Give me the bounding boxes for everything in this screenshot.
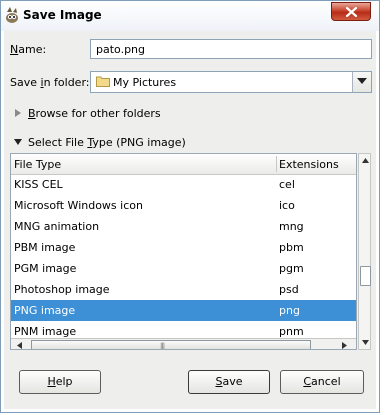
file-type-row[interactable]: KISS CEL cel [11,174,356,195]
cancel-button[interactable]: Cancel [280,370,364,394]
horizontal-scrollbar[interactable]: ||| [11,338,356,349]
title-bar[interactable]: Save Image [1,1,379,31]
file-type-name: PBM image [14,241,76,254]
chevron-down-icon [357,78,367,84]
folder-icon [96,75,110,90]
file-type-name: PNM image [14,325,77,338]
dialog-body: Name: Save in folder: My Pictures Browse… [4,31,376,409]
folder-value: My Pictures [113,76,177,89]
file-type-extension: pbm [279,241,304,254]
file-type-name: KISS CEL [14,178,63,191]
scroll-left-icon[interactable] [17,342,22,349]
select-file-type-label: Select File Type (PNG image) [28,136,186,149]
expander-collapsed-icon [15,109,21,117]
name-label: Name: [10,43,47,56]
browse-other-folders-label: Browse for other folders [28,107,161,120]
file-type-extension: psd [279,283,299,296]
close-icon [346,7,357,17]
close-button[interactable] [331,2,371,21]
column-separator[interactable] [276,156,277,172]
file-type-row[interactable]: Photoshop image psd [11,279,356,300]
scroll-right-icon[interactable] [342,342,347,349]
save-button[interactable]: Save [188,370,270,394]
file-type-row[interactable]: MNG animation mng [11,216,356,237]
file-type-row[interactable]: PBM image pbm [11,237,356,258]
file-type-name: PNG image [14,304,76,317]
scroll-down-icon[interactable] [362,340,369,345]
file-type-extension: pnm [279,325,304,338]
horizontal-scroll-thumb[interactable]: ||| [31,340,311,349]
file-type-extension: mng [279,220,304,233]
column-header-extensions[interactable]: Extensions [279,158,339,171]
file-type-extension: ico [279,199,295,212]
folder-dropdown-button[interactable] [352,72,371,92]
scroll-up-icon[interactable] [362,158,369,163]
file-type-name: MNG animation [14,220,100,233]
help-button[interactable]: Help [19,370,101,394]
file-type-extension: pgm [279,262,304,275]
file-type-extension: png [279,304,300,317]
vertical-scroll-thumb[interactable] [360,266,371,286]
column-header-file-type[interactable]: File Type [14,158,61,171]
gimp-icon [4,6,20,24]
expander-expanded-icon [14,139,22,145]
save-image-dialog: Save Image Name: Save in folder: My Pict… [0,0,380,413]
file-type-name: Photoshop image [14,283,110,296]
window-title: Save Image [23,8,102,22]
file-type-name: Microsoft Windows icon [14,199,143,212]
file-type-extension: cel [279,178,295,191]
save-in-folder-combo[interactable]: My Pictures [90,71,372,93]
file-type-name: PGM image [14,262,77,275]
file-type-row[interactable]: PGM image pgm [11,258,356,279]
save-in-folder-label: Save in folder: [10,76,90,89]
file-type-list-header: File Type Extensions [11,154,356,175]
file-type-row[interactable]: Microsoft Windows icon ico [11,195,356,216]
vertical-scrollbar[interactable] [358,153,371,350]
file-type-row[interactable]: PNG image png [11,300,356,321]
file-type-list[interactable]: File Type Extensions KISS CEL cel Microsof… [10,153,357,350]
name-input[interactable] [90,39,372,59]
